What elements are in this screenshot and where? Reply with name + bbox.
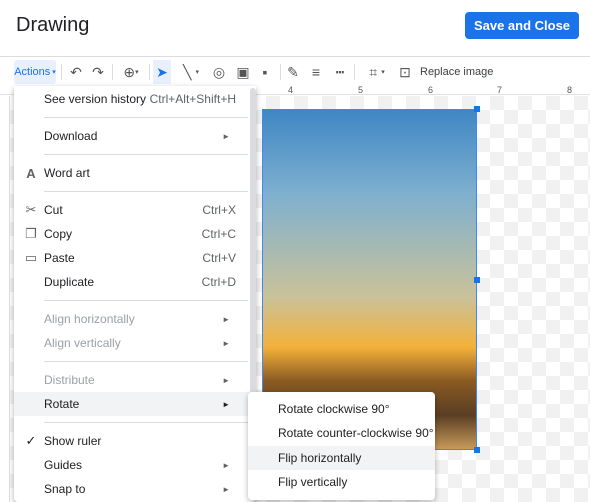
divider (112, 64, 113, 80)
copy-icon: ❐ (25, 226, 37, 241)
divider (280, 64, 281, 80)
divider (44, 361, 248, 362)
pen-icon[interactable]: ✎ (285, 60, 301, 84)
actions-label: Actions (14, 66, 51, 78)
menu-item-show-ruler[interactable]: ✓ Show ruler (14, 429, 250, 453)
divider (149, 64, 150, 80)
clipboard-icon: ▭ (24, 250, 38, 265)
text-box-icon[interactable]: ▣ (234, 60, 252, 84)
menu-item-version-history[interactable]: See version history Ctrl+Alt+Shift+H (14, 87, 250, 111)
divider (44, 154, 248, 155)
page-title: Drawing (16, 14, 90, 36)
resize-handle[interactable] (474, 447, 480, 453)
rotate-submenu: Rotate clockwise 90° Rotate counter-cloc… (248, 392, 435, 500)
ruler-label: 7 (497, 85, 503, 95)
menu-item-duplicate[interactable]: Duplicate Ctrl+D (14, 270, 250, 294)
image-icon[interactable]: ▪ (256, 60, 274, 84)
menu-item-snap-to[interactable]: Snap to ► (14, 477, 250, 501)
divider (44, 191, 248, 192)
menu-item-rotate[interactable]: Rotate ► (14, 392, 250, 416)
line-weight-icon[interactable]: ≡ (307, 60, 325, 84)
menu-item-flip-vertically[interactable]: Flip vertically (248, 470, 435, 494)
actions-menu: See version history Ctrl+Alt+Shift+H Down… (14, 86, 256, 502)
shape-icon[interactable]: ◎ (210, 60, 228, 84)
ruler-label: 4 (288, 85, 294, 95)
replace-image-button[interactable]: Replace image (420, 60, 493, 84)
menu-item-rotate-counter-clockwise[interactable]: Rotate counter-clockwise 90° (248, 421, 435, 445)
divider (354, 64, 355, 80)
divider (44, 117, 248, 118)
scissors-icon: ✂ (25, 202, 37, 217)
ruler-label: 8 (567, 85, 573, 95)
menu-item-word-art[interactable]: A Word art (14, 161, 250, 185)
crop-icon[interactable]: ⌗ ▾ (362, 60, 392, 84)
ruler-label: 6 (428, 85, 434, 95)
word-art-icon: A (26, 165, 36, 181)
actions-menu-button[interactable]: Actions ▾ (14, 60, 56, 84)
menu-item-download[interactable]: Download ► (14, 124, 250, 148)
line-tool-icon[interactable]: ╲ ▾ (176, 60, 206, 84)
save-and-close-button[interactable]: Save and Close (465, 12, 579, 39)
divider (44, 300, 248, 301)
menu-item-guides[interactable]: Guides ► (14, 453, 250, 477)
line-dash-icon[interactable]: ┅ (331, 60, 349, 84)
divider (0, 56, 590, 57)
toolbar: Actions ▾ ↶ ↷ ⊕ ▾ ➤ ╲ ▾ ◎ ▣ ▪ ✎ ≡ ┅ ⌗ ▾ ⊡ Re… (0, 60, 590, 84)
replace-image-icon[interactable]: ⊡ (396, 60, 414, 84)
menu-item-copy[interactable]: ❐ Copy Ctrl+C (14, 222, 250, 246)
checkmark-icon: ✓ (25, 433, 37, 448)
redo-icon[interactable]: ↷ (89, 60, 107, 84)
menu-item-flip-horizontally[interactable]: Flip horizontally (248, 446, 435, 470)
menu-item-cut[interactable]: ✂ Cut Ctrl+X (14, 198, 250, 222)
divider (61, 64, 62, 80)
resize-handle[interactable] (474, 106, 480, 112)
resize-handle[interactable] (474, 277, 480, 283)
divider (44, 422, 248, 423)
menu-item-align-horizontally: Align horizontally ► (44, 312, 230, 326)
menu-item-distribute: Distribute ► (44, 373, 230, 387)
vertical-ruler (0, 96, 10, 502)
undo-icon[interactable]: ↶ (67, 60, 85, 84)
menu-scrollbar[interactable] (250, 88, 256, 408)
menu-item-align-vertically: Align vertically ► (44, 336, 230, 350)
select-arrow-icon[interactable]: ➤ (153, 60, 171, 84)
ruler-label: 5 (358, 85, 364, 95)
zoom-icon[interactable]: ⊕ ▾ (118, 60, 144, 84)
menu-item-paste[interactable]: ▭ Paste Ctrl+V (14, 246, 250, 270)
menu-item-rotate-clockwise[interactable]: Rotate clockwise 90° (248, 397, 435, 421)
